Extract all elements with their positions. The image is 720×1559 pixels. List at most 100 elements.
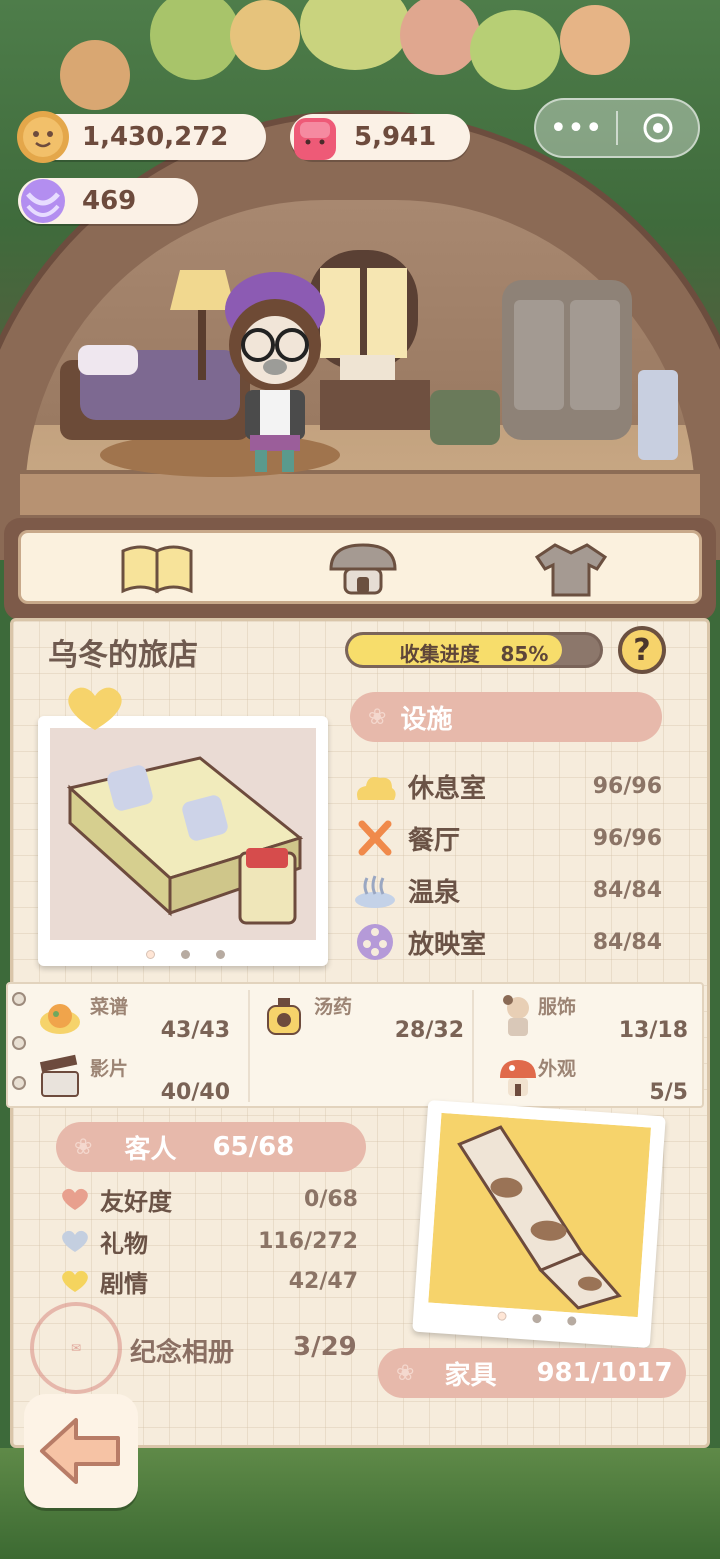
tabbar [18, 530, 702, 604]
facility-value: 84/84 [592, 877, 662, 903]
pager-dot[interactable] [497, 1311, 507, 1321]
facility-name: 温泉 [408, 877, 461, 908]
facility-row[interactable]: 放映室 84/84 [352, 920, 662, 964]
facility-photo[interactable] [38, 716, 328, 966]
guest-stat-name: 友好度 [100, 1187, 172, 1216]
facility-name: 休息室 [408, 773, 487, 804]
doll-icon [503, 995, 529, 1036]
paw-icon: ❀ [74, 1134, 93, 1160]
category-name: 菜谱 [90, 996, 129, 1018]
category-value: 13/18 [618, 1018, 688, 1043]
guest-stat-value: 116/272 [258, 1228, 358, 1254]
guest-stat-row[interactable]: 剧情 42/47 [60, 1264, 358, 1298]
facility-value: 84/84 [592, 929, 662, 955]
category-name: 汤药 [314, 996, 353, 1018]
facility-value: 96/96 [592, 773, 662, 799]
facility-row[interactable]: 餐厅 96/96 [352, 816, 662, 860]
candy-counter: 469 [18, 178, 198, 224]
hot-spring-icon [355, 875, 395, 908]
pager-dot[interactable] [567, 1316, 577, 1326]
help-button[interactable]: ? [618, 626, 666, 674]
heart-tag-icon [68, 687, 122, 730]
paw-icon: ❀ [396, 1360, 415, 1386]
guests-label: 客人 [124, 1134, 177, 1165]
facility-row[interactable]: 温泉 84/84 [352, 868, 662, 912]
category-name: 影片 [90, 1058, 129, 1080]
facilities-label: 设施 [400, 704, 453, 735]
lounge-chair-image [428, 1112, 651, 1318]
paw-icon: ❀ [368, 704, 387, 730]
room-furniture [60, 250, 678, 477]
target-circle-icon[interactable] [618, 100, 698, 156]
category-cell[interactable]: 汤药 28/32 [248, 986, 470, 1046]
furniture-value: 981/1017 [536, 1358, 673, 1388]
collection-progress-text: 收集进度 85% [348, 638, 600, 666]
pager-dot[interactable] [181, 950, 190, 959]
category-grid: 菜谱 43/43 汤药 28/32 服饰 13/18 影片 40/40 外观 5… [6, 982, 704, 1108]
cloud-icon [357, 777, 396, 800]
category-name: 服饰 [538, 996, 577, 1018]
guest-stat-row[interactable]: 礼物 116/272 [60, 1224, 358, 1258]
collection-progress-bar: 收集进度 85% [345, 632, 603, 668]
category-name: 外观 [538, 1058, 577, 1080]
category-cell[interactable]: 外观 5/5 [472, 1048, 694, 1108]
photo-pager [146, 950, 225, 959]
guest-stat-name: 剧情 [100, 1269, 148, 1298]
guest-stat-row[interactable]: 友好度 0/68 [60, 1182, 358, 1216]
film-reel-icon [357, 924, 393, 960]
guest-stat-name: 礼物 [100, 1229, 148, 1258]
furniture-photo[interactable] [412, 1099, 666, 1349]
collection-progress-label: 收集进度 [399, 642, 480, 666]
pager-dot[interactable] [146, 950, 155, 959]
mushroom-hotel-icon[interactable] [323, 539, 403, 599]
mushroom-house-icon [500, 1060, 536, 1096]
guests-header: ❀ 客人 65/68 [56, 1122, 366, 1172]
furniture-header: ❀ 家具 981/1017 [378, 1348, 686, 1398]
category-cell[interactable]: 服饰 13/18 [472, 986, 694, 1046]
candy-icon [21, 179, 65, 223]
gift-icon [62, 1230, 88, 1252]
sofa-image [50, 728, 316, 940]
facility-row[interactable]: 休息室 96/96 [352, 764, 662, 808]
gem-value: 5,941 [354, 122, 437, 152]
category-value: 40/40 [160, 1080, 230, 1105]
facility-name: 餐厅 [408, 825, 461, 856]
photo-pager [497, 1311, 577, 1326]
inn-title: 乌冬的旅店 [48, 638, 198, 673]
furniture-label: 家具 [444, 1360, 497, 1391]
more-dots-icon[interactable]: ••• [536, 100, 616, 156]
dish-icon [40, 1004, 80, 1034]
category-cell[interactable]: 影片 40/40 [14, 1048, 236, 1108]
category-cell[interactable]: 菜谱 43/43 [14, 986, 236, 1046]
coin-counter: 1,430,272 [17, 111, 266, 163]
room-scene [0, 0, 720, 560]
category-value: 43/43 [160, 1018, 230, 1043]
album-value: 3/29 [293, 1332, 357, 1362]
back-button[interactable] [24, 1394, 138, 1508]
category-value: 5/5 [649, 1080, 688, 1105]
guest-stat-value: 42/47 [288, 1268, 358, 1294]
postmark-stamp-icon: ✉ [30, 1302, 122, 1394]
candy-value: 469 [82, 186, 137, 216]
cookie-coin-icon [17, 111, 69, 163]
pager-dot[interactable] [216, 950, 225, 959]
coin-value: 1,430,272 [82, 122, 229, 152]
guest-stat-value: 0/68 [304, 1186, 358, 1212]
miniprogram-capsule: ••• [534, 98, 700, 158]
jelly-gem-icon [294, 118, 336, 160]
clapperboard-icon [39, 1054, 79, 1097]
collection-progress-percent: 85% [500, 642, 549, 666]
potion-pot-icon [267, 998, 301, 1035]
facility-value: 96/96 [592, 825, 662, 851]
heart-icon [62, 1188, 88, 1210]
facilities-header: ❀ 设施 [350, 692, 662, 742]
open-book-icon[interactable] [117, 539, 197, 599]
character-avatar[interactable] [210, 255, 340, 475]
gem-counter: 5,941 [290, 114, 470, 160]
shirt-icon[interactable] [531, 539, 611, 599]
story-heart-icon [62, 1270, 88, 1292]
album-label[interactable]: 纪念相册 [130, 1332, 234, 1369]
pager-dot[interactable] [532, 1313, 542, 1324]
arrow-left-icon [40, 1418, 120, 1484]
guests-value: 65/68 [212, 1132, 295, 1162]
